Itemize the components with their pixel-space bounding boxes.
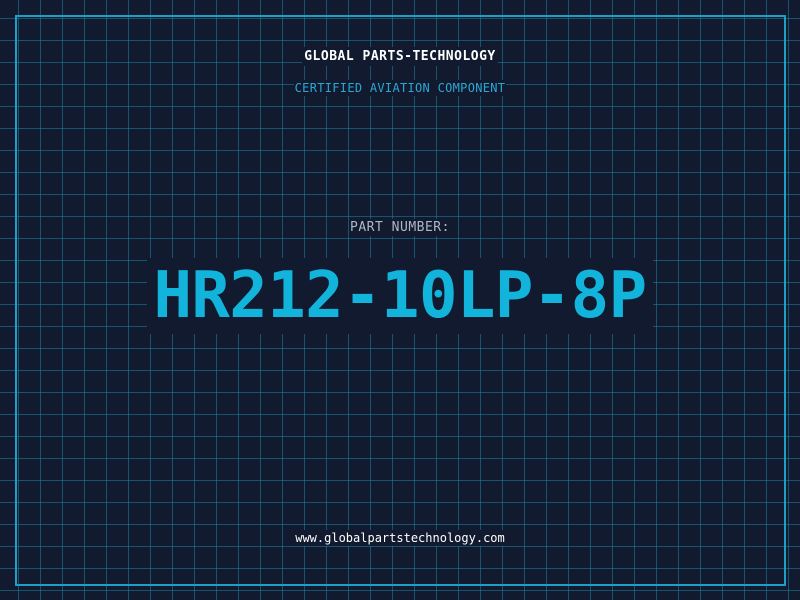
website-url: www.globalpartstechnology.com <box>0 530 800 546</box>
company-name-text: GLOBAL PARTS-TECHNOLOGY <box>302 47 498 66</box>
certification-subtitle: CERTIFIED AVIATION COMPONENT <box>0 80 800 96</box>
company-name: GLOBAL PARTS-TECHNOLOGY <box>0 47 800 66</box>
part-number-label: PART NUMBER: <box>0 219 800 236</box>
website-url-text: www.globalpartstechnology.com <box>294 530 506 546</box>
part-number-label-text: PART NUMBER: <box>349 219 451 236</box>
part-number-block: HR212-10LP-8P <box>0 258 800 334</box>
part-number-value: HR212-10LP-8P <box>147 258 653 334</box>
certification-subtitle-text: CERTIFIED AVIATION COMPONENT <box>293 80 507 96</box>
